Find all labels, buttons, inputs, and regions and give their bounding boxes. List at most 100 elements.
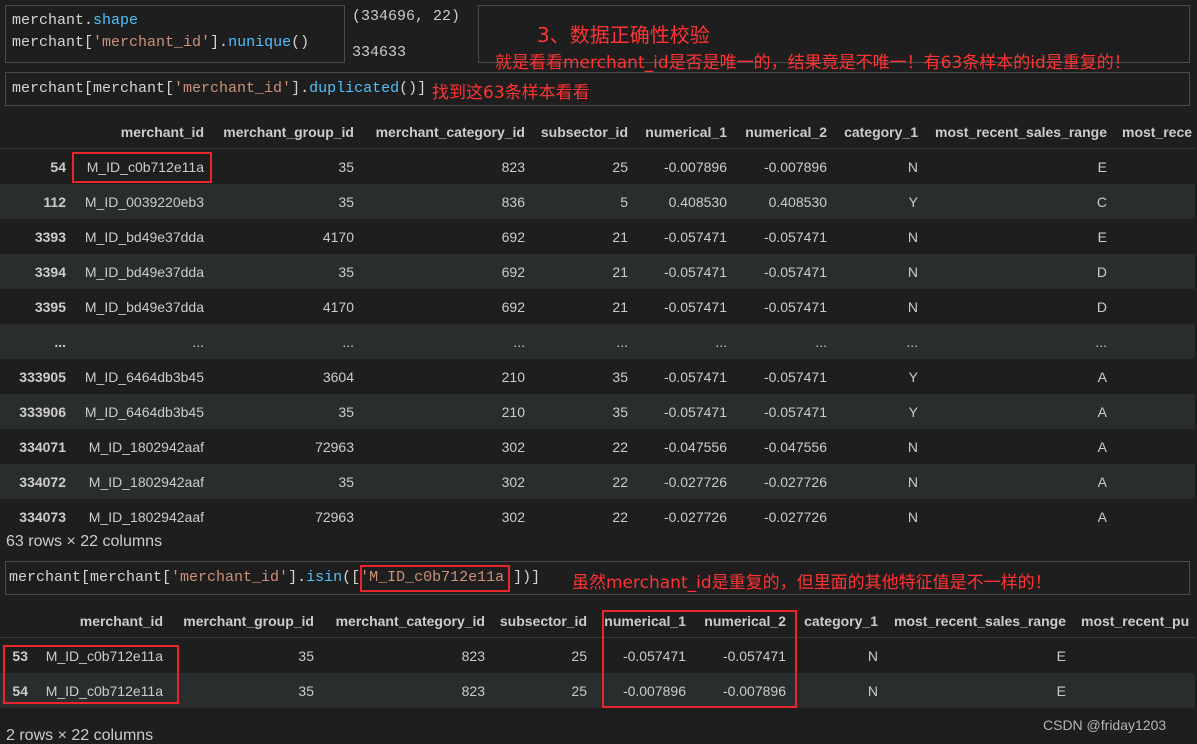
table-cell-clipped — [1115, 289, 1195, 324]
table-cell: 823 — [461, 647, 485, 664]
watermark: CSDN @friday1203 — [1043, 717, 1167, 733]
code-line: merchant['merchant_id'].nunique() — [12, 32, 344, 54]
annotation-difference-note: 虽然merchant_id是重复的，但里面的其他特征值是不一样的！ — [572, 573, 1052, 593]
table-cell: 25 — [612, 158, 628, 175]
table-cell: A — [1097, 403, 1107, 420]
table-cell: A — [1097, 368, 1107, 385]
code-token: duplicated — [309, 80, 400, 97]
table-cell: M_ID_6464db3b45 — [84, 403, 204, 420]
table-cell: ... — [192, 333, 204, 350]
table-cell: -0.027726 — [663, 508, 727, 525]
row-index: 53 — [12, 647, 28, 664]
row-index: 333905 — [19, 368, 66, 385]
code-line: merchant[merchant['merchant_id'].duplica… — [12, 78, 1189, 100]
table-cell: M_ID_6464db3b45 — [84, 368, 204, 385]
table-cell: -0.057471 — [663, 228, 727, 245]
table-cell: -0.057471 — [763, 403, 827, 420]
column-header: merchant_id — [36, 604, 171, 638]
table-cell: -0.057471 — [763, 368, 827, 385]
code-cell-shape[interactable]: merchant.shape merchant['merchant_id'].nu… — [5, 5, 345, 63]
header-row: merchant_id merchant_group_id merchant_cat… — [0, 115, 1195, 149]
code-token: 'M_ID_c0b712e11a' — [360, 569, 514, 586]
table-cell: ... — [815, 333, 827, 350]
table-cell: M_ID_1802942aaf — [88, 508, 204, 525]
table-cell: 5 — [620, 193, 628, 210]
table-cell: 692 — [501, 228, 525, 245]
table-row: 54 M_ID_c0b712e11a 35 823 25 -0.007896 -0.0078… — [0, 149, 1195, 184]
code-token: ]. — [291, 80, 310, 97]
table-cell: 836 — [501, 193, 525, 210]
column-header: most_recent_pu — [1074, 604, 1195, 638]
code-token: 'merchant_id' — [171, 569, 289, 586]
table-row: 112 M_ID_0039220eb3 35 836 5 0.408530 0.408530… — [0, 184, 1195, 219]
table-header: merchant_id merchant_group_id merchant_cat… — [0, 604, 1195, 638]
table-cell: 302 — [501, 508, 525, 525]
table-cell-clipped — [1115, 184, 1195, 219]
row-index: 3394 — [34, 263, 66, 280]
table-cell: 35 — [298, 682, 314, 699]
table-cell: -0.027726 — [763, 473, 827, 490]
table-cell: M_ID_1802942aaf — [88, 473, 204, 490]
table-cell: 302 — [501, 438, 525, 455]
code-token: ([ — [342, 569, 361, 586]
table-cell: 210 — [501, 403, 525, 420]
table-cell: -0.007896 — [663, 158, 727, 175]
table-header: merchant_id merchant_group_id merchant_cat… — [0, 115, 1195, 149]
table-cell: Y — [908, 368, 918, 385]
table-cell: -0.057471 — [722, 647, 786, 664]
table-row: 334071 M_ID_1802942aaf 72963 302 22 -0.047556… — [0, 429, 1195, 464]
row-index: 333906 — [19, 403, 66, 420]
table-cell: N — [907, 263, 918, 280]
table-body: 54 M_ID_c0b712e11a 35 823 25 -0.007896 -0.0078… — [0, 149, 1195, 534]
table-cell: E — [1097, 158, 1107, 175]
table-cell: -0.027726 — [663, 473, 727, 490]
table-cell: 692 — [501, 263, 525, 280]
table-cell: N — [907, 473, 918, 490]
table-cell: 35 — [338, 403, 354, 420]
table-cell: D — [1096, 298, 1107, 315]
table-cell: N — [867, 647, 878, 664]
table-cell: -0.047556 — [663, 438, 727, 455]
table-row: 3394 M_ID_bd49e37dda 35 692 21 -0.057471 -0.05… — [0, 254, 1195, 289]
code-token: () — [291, 34, 310, 51]
table-cell: 21 — [612, 263, 628, 280]
column-header: most_rece — [1115, 115, 1195, 149]
column-header: category_1 — [794, 604, 886, 638]
column-header: numerical_1 — [595, 604, 694, 638]
table-cell: 21 — [612, 298, 628, 315]
table-cell: 35 — [612, 403, 628, 420]
table-cell: 72963 — [315, 438, 354, 455]
table-cell: 35 — [338, 263, 354, 280]
table-cell-clipped — [1115, 394, 1195, 429]
table-cell: N — [907, 228, 918, 245]
table-cell: N — [907, 508, 918, 525]
row-index: 54 — [50, 158, 66, 175]
table-cell: E — [1097, 228, 1107, 245]
table-cell: 692 — [501, 298, 525, 315]
table-cell: 35 — [338, 158, 354, 175]
code-line: merchant.shape — [12, 10, 344, 32]
table-cell: M_ID_1802942aaf — [88, 438, 204, 455]
table-row: 3393 M_ID_bd49e37dda 4170 692 21 -0.057471 -0.… — [0, 219, 1195, 254]
column-header: numerical_2 — [694, 604, 794, 638]
code-token: ()] — [399, 80, 427, 97]
code-token: ]. — [210, 34, 229, 51]
column-header: subsector_id — [533, 115, 636, 149]
row-index: 3395 — [34, 298, 66, 315]
table-row: 3395 M_ID_bd49e37dda 4170 692 21 -0.057471 -0.… — [0, 289, 1195, 324]
code-token: merchant[merchant[ — [9, 569, 172, 586]
table-cell: M_ID_bd49e37dda — [84, 263, 204, 280]
table-cell: M_ID_c0b712e11a — [45, 647, 163, 664]
table-row: 53 M_ID_c0b712e11a 35 823 25 -0.057471 -0.0574… — [0, 638, 1195, 673]
table-cell-clipped — [1115, 254, 1195, 289]
table-cell: ... — [513, 333, 525, 350]
table-cell: N — [907, 158, 918, 175]
output-nunique: 334633 — [352, 44, 407, 61]
column-header: numerical_2 — [735, 115, 835, 149]
code-cell-duplicated[interactable]: merchant[merchant['merchant_id'].duplica… — [5, 72, 1190, 106]
table-cell: -0.027726 — [763, 508, 827, 525]
table-cell: -0.057471 — [763, 263, 827, 280]
code-token: merchant[ — [12, 34, 94, 51]
code-token: 'merchant_id' — [174, 80, 292, 97]
dataframe-duplicates: merchant_id merchant_group_id merchant_cat… — [0, 115, 1195, 534]
